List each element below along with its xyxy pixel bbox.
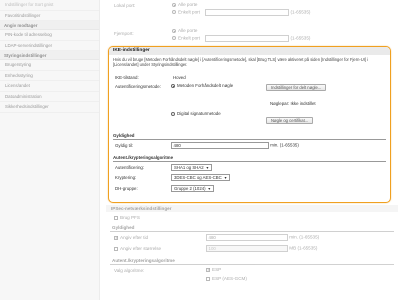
divider <box>110 264 394 265</box>
esp-aes-label: ESP (AES-GCM) <box>212 276 247 281</box>
local-single-port[interactable]: Enkelt port (1-65535) <box>172 9 310 16</box>
remote-single-label: Enkelt port <box>178 35 200 41</box>
local-all-label: Alle porte <box>178 2 198 7</box>
radio-local-single[interactable] <box>172 10 176 15</box>
local-port-label: Lokal port: <box>114 3 136 8</box>
ike-mode-label: IKE-tilstand: <box>115 75 139 80</box>
auth-alg-label: Autentificering: <box>115 165 145 170</box>
sidebar-item-user-management[interactable]: Brugerstyring <box>0 60 99 71</box>
esp-row[interactable]: ESP <box>206 267 222 273</box>
sidebar: Indstillinger for Sort gnist Favoritinds… <box>0 0 100 300</box>
enc-value: 3DES-CBC og AES-CBC <box>174 175 222 180</box>
by-size-field-row: 100 MB (1-65535) <box>206 245 317 252</box>
validity-input[interactable]: 480 <box>171 142 269 149</box>
chevron-down-icon: ▼ <box>223 176 228 180</box>
sidebar-section-recipient: Angiv modtager <box>0 21 99 30</box>
key-pair-status: Nøglepar: Ikke indstillet <box>270 101 316 106</box>
ipsec-validity-head: Gyldighed <box>112 225 135 230</box>
remote-all-label: Alle porte <box>178 28 198 33</box>
enc-select[interactable]: 3DES-CBC og AES-CBC ▼ <box>171 174 231 181</box>
by-size-row[interactable]: Angiv efter størrelse <box>114 246 161 251</box>
sidebar-item-device-management[interactable]: Enhedsstyring <box>0 71 99 81</box>
by-size-input[interactable]: 100 <box>206 245 288 252</box>
ike-mode-value: Hoved <box>173 75 186 80</box>
dh-select[interactable]: Gruppe 2 (1024) ▼ <box>171 185 215 192</box>
divider <box>113 139 386 140</box>
remote-port-label: Fjernport: <box>114 31 134 36</box>
local-port-range: (1-65535) <box>290 9 311 15</box>
sidebar-item-security[interactable]: Sikkerhedsindstillinger <box>0 102 99 113</box>
sidebar-item-ldap[interactable]: LDAP-serverindstillinger <box>0 41 99 51</box>
local-all-ports[interactable]: Alle porte <box>172 2 197 7</box>
sidebar-item-data-admin[interactable]: Datoadministration <box>0 92 99 102</box>
by-time-label: Angiv efter tid <box>120 235 149 240</box>
by-time-input[interactable]: 480 <box>206 234 288 241</box>
ipsec-section-header: IPSec-netværksindstillinger <box>106 205 398 212</box>
key-certificate-button[interactable]: Nøgle og certifikat... <box>266 117 314 124</box>
remote-port-range: (1-65535) <box>290 35 311 41</box>
esp-aes-checkbox[interactable] <box>206 276 210 281</box>
shared-key-settings-button[interactable]: Indstillinger for delt nøgle... <box>266 84 327 91</box>
esp-checkbox[interactable] <box>206 267 211 273</box>
chevron-down-icon: ▼ <box>205 166 210 170</box>
dsig-option-label: Digital signaturmetode <box>177 111 221 116</box>
by-size-checkbox[interactable] <box>114 246 118 251</box>
chevron-down-icon: ▼ <box>207 187 212 191</box>
alg-label: Valg algoritme: <box>114 268 145 273</box>
by-size-unit: MB (1-65535) <box>289 245 318 251</box>
ipsec-auth-enc-head: Autent./krypteringsalgoritme <box>112 258 175 263</box>
sidebar-item-sort-gnist[interactable]: Indstillinger for Sort gnist <box>0 0 99 11</box>
sidebar-item-pin-addressbook[interactable]: PIN-kode til adressebog <box>0 30 99 41</box>
ike-description: Hvis du vil bruge [Metoden Forhåndsdelt … <box>113 57 368 68</box>
ike-auth-enc-head: Autent./krypteringsalgoritme <box>113 155 174 160</box>
sidebar-section-management: Styringsindstillinger <box>0 51 99 60</box>
auth-method-label: Autentificeringsmetode: <box>115 84 161 89</box>
sidebar-item-favorites[interactable]: Favoritindstillinger <box>0 11 99 21</box>
by-size-label: Angiv efter størrelse <box>120 246 162 251</box>
auth-alg-value: SHA1 og SHA2 <box>174 165 204 170</box>
divider <box>110 231 394 232</box>
dsig-radio[interactable] <box>171 111 175 116</box>
remote-single-port[interactable]: Enkelt port (1-65535) <box>172 35 310 42</box>
local-single-label: Enkelt port <box>178 9 200 15</box>
psk-option-label: Metoden Forhåndsdelt nøgle <box>177 83 234 88</box>
psk-option[interactable]: Metoden Forhåndsdelt nøgle <box>171 83 251 88</box>
enc-label: Kryptering: <box>115 175 137 180</box>
remote-port-input[interactable] <box>205 35 290 42</box>
remote-all-ports[interactable]: Alle porte <box>172 28 197 33</box>
radio-local-all[interactable] <box>172 2 176 7</box>
esp-label: ESP <box>212 267 222 272</box>
sidebar-item-license[interactable]: Licens/andet <box>0 81 99 92</box>
dh-label: DH-gruppe: <box>115 186 138 191</box>
ike-validity-head: Gyldighed <box>113 133 135 138</box>
dsig-option[interactable]: Digital signaturmetode <box>171 111 221 116</box>
use-pfs-checkbox[interactable] <box>114 215 118 220</box>
local-port-row: Lokal port: <box>114 3 135 8</box>
by-time-unit: min. (1-65535) <box>289 234 320 240</box>
use-pfs-row[interactable]: Brug PFS <box>114 215 140 220</box>
by-time-field-row: 480 min. (1-65535) <box>206 234 319 241</box>
ike-settings-panel: IKE-indstillinger Hvis du vil bruge [Met… <box>108 46 391 203</box>
dh-value: Gruppe 2 (1024) <box>174 186 206 191</box>
by-time-row[interactable]: Angiv efter tid <box>114 235 149 241</box>
esp-aes-row[interactable]: ESP (AES-GCM) <box>206 276 247 281</box>
divider <box>113 161 386 162</box>
remote-port-row: Fjernport: <box>114 31 134 36</box>
radio-remote-all[interactable] <box>172 28 176 33</box>
validity-label: Gyldig til: <box>115 143 134 148</box>
psk-radio[interactable] <box>171 83 175 88</box>
validity-unit: min. (1-65535) <box>270 142 299 148</box>
auth-alg-select[interactable]: SHA1 og SHA2 ▼ <box>171 164 213 171</box>
by-time-checkbox[interactable] <box>114 235 119 241</box>
use-pfs-label: Brug PFS <box>120 215 140 220</box>
radio-remote-single[interactable] <box>172 36 176 41</box>
ike-title: IKE-indstillinger <box>109 47 390 55</box>
local-port-input[interactable] <box>205 9 290 16</box>
